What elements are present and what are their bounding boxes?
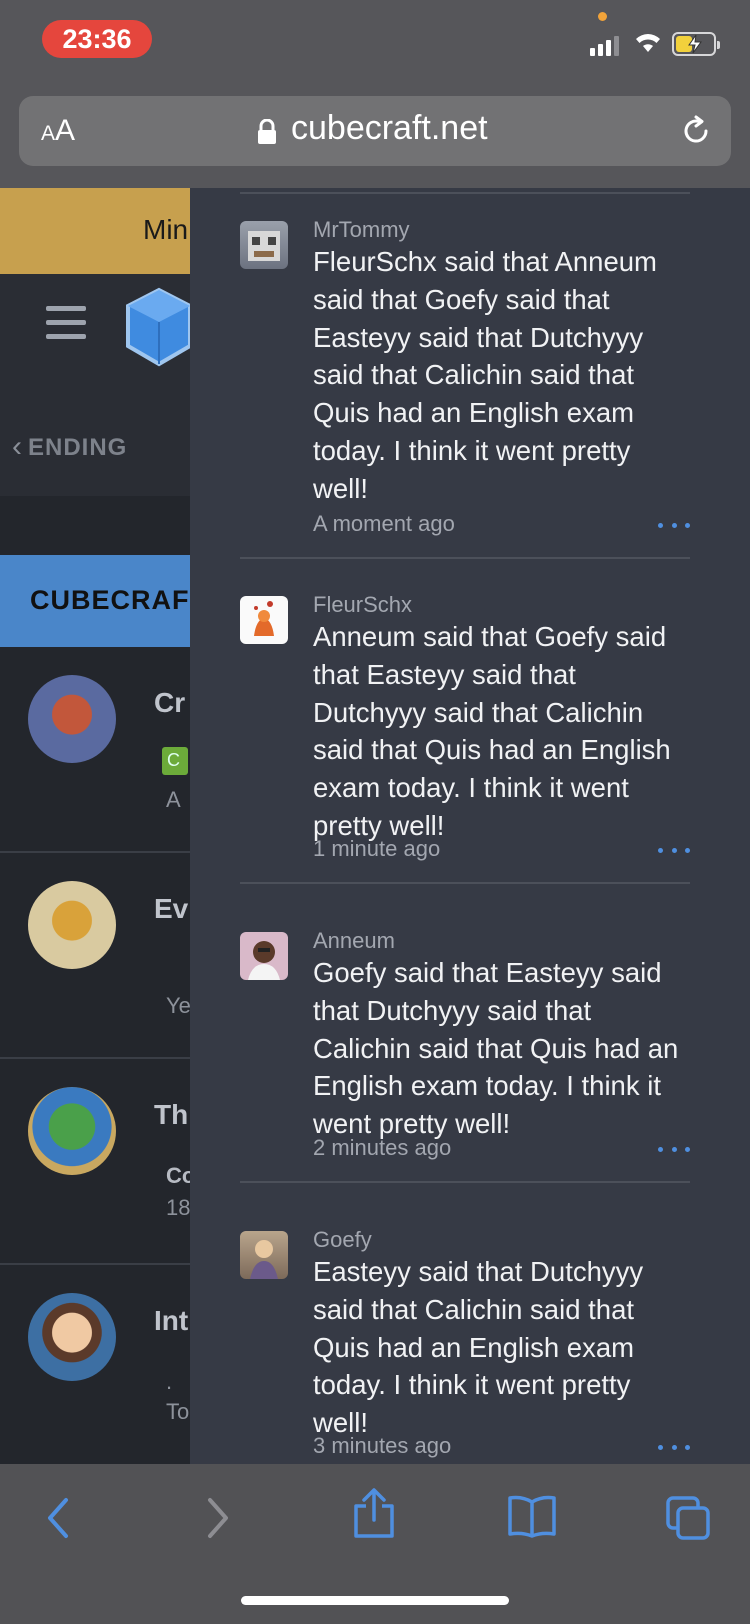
- username[interactable]: FleurSchx: [313, 592, 412, 618]
- divider: [240, 1181, 690, 1183]
- url-text[interactable]: cubecraft.net: [291, 109, 488, 148]
- cellular-signal-icon: [590, 34, 619, 56]
- divider: [240, 882, 690, 884]
- chevron-left-icon[interactable]: ‹: [12, 430, 22, 464]
- status-feed-panel: MrTommy FleurSchx said that Anneum said …: [190, 188, 750, 1464]
- more-options-icon[interactable]: [658, 523, 690, 531]
- username[interactable]: Anneum: [313, 928, 395, 954]
- back-icon[interactable]: [44, 1496, 74, 1540]
- reload-icon[interactable]: [679, 114, 713, 148]
- user-avatar[interactable]: [240, 221, 288, 269]
- globe-avatar: [28, 1087, 116, 1175]
- username[interactable]: Goefy: [313, 1227, 372, 1253]
- bookmarks-icon[interactable]: [506, 1494, 558, 1538]
- status-message: Easteyy said that Dutchyyy said that Cal…: [313, 1256, 644, 1439]
- paintbrush-avatar: [28, 675, 116, 763]
- tabs-icon[interactable]: [664, 1494, 712, 1542]
- user-avatar[interactable]: [240, 932, 288, 980]
- share-icon[interactable]: [352, 1488, 396, 1540]
- more-options-icon[interactable]: [658, 848, 690, 856]
- menu-icon[interactable]: [46, 306, 86, 348]
- status-message: Anneum said that Goefy said that Easteyy…: [313, 621, 671, 841]
- divider: [240, 557, 690, 559]
- browser-top-bar: 23:36 AA cubecraft.net: [0, 0, 750, 188]
- status-time: 23:36: [42, 20, 152, 58]
- more-options-icon[interactable]: [658, 1147, 690, 1155]
- character-avatar: [28, 1293, 116, 1381]
- username[interactable]: MrTommy: [313, 217, 410, 243]
- address-bar[interactable]: AA cubecraft.net: [19, 96, 731, 166]
- timestamp[interactable]: 2 minutes ago: [313, 1135, 451, 1161]
- home-indicator[interactable]: [241, 1596, 509, 1605]
- timestamp[interactable]: A moment ago: [313, 511, 455, 537]
- text-size-button[interactable]: AA: [41, 114, 75, 148]
- wifi-icon: [636, 34, 660, 52]
- trophy-avatar: [28, 881, 116, 969]
- status-message: FleurSchx said that Anneum said that Goe…: [313, 246, 657, 504]
- timestamp[interactable]: 1 minute ago: [313, 836, 440, 862]
- more-options-icon[interactable]: [658, 1445, 690, 1453]
- privacy-indicator-dot: [598, 12, 607, 21]
- cubecraft-logo[interactable]: [124, 286, 194, 370]
- battery-icon: [672, 32, 720, 56]
- tab-trending[interactable]: ENDING: [28, 434, 127, 462]
- timestamp[interactable]: 3 minutes ago: [313, 1433, 451, 1459]
- divider: [240, 192, 690, 194]
- category-badge: C: [162, 747, 188, 775]
- forward-icon[interactable]: [202, 1496, 232, 1540]
- lock-icon: [258, 119, 276, 144]
- status-message: Goefy said that Easteyy said that Dutchy…: [313, 957, 679, 1140]
- user-avatar[interactable]: [240, 596, 288, 644]
- user-avatar[interactable]: [240, 1231, 288, 1279]
